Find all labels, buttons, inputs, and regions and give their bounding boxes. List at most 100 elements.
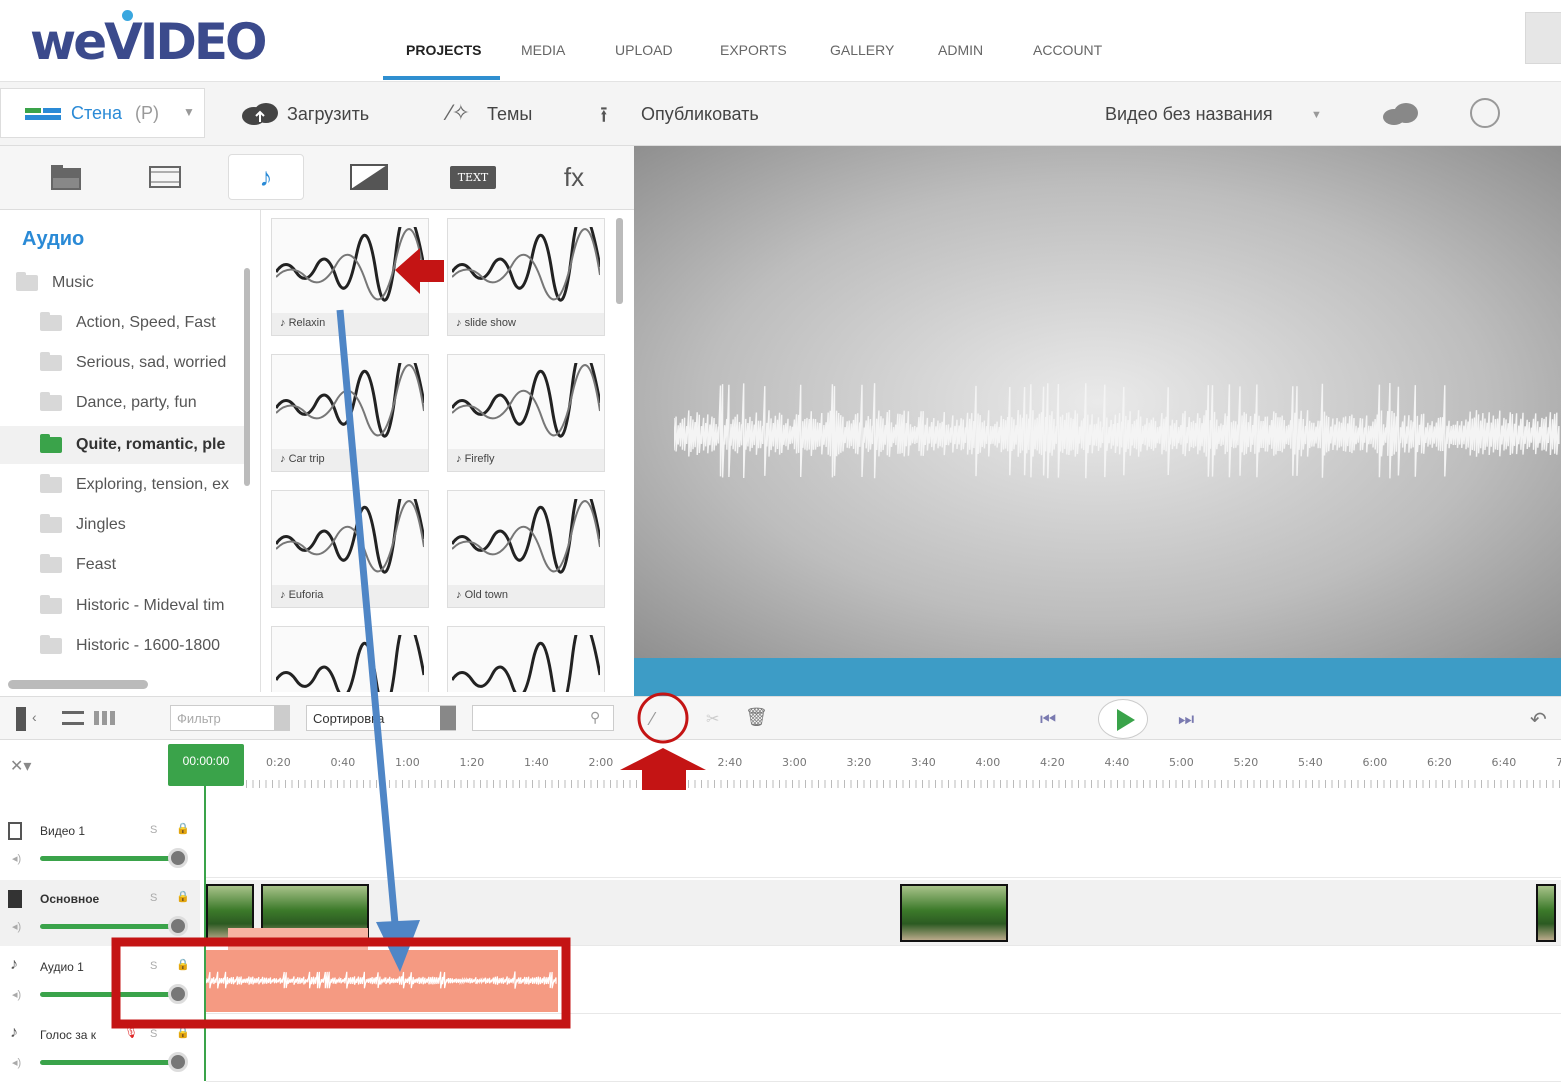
volume-slider[interactable] bbox=[40, 856, 180, 861]
ruler-tick-label: 3:20 bbox=[846, 756, 872, 769]
audio-card[interactable] bbox=[447, 626, 605, 692]
solo-toggle[interactable]: S bbox=[150, 892, 157, 904]
cut-icon[interactable]: ✂ bbox=[706, 709, 719, 729]
folder-item[interactable]: Serious, sad, worried bbox=[0, 344, 250, 382]
waveform-thumbnail bbox=[276, 499, 424, 574]
track-lane-audio1[interactable] bbox=[205, 928, 1561, 1014]
play-button[interactable] bbox=[1098, 699, 1148, 739]
my-media-icon[interactable] bbox=[28, 154, 104, 200]
folder-item[interactable]: Historic - Mideval tim bbox=[0, 587, 250, 625]
volume-slider[interactable] bbox=[40, 992, 180, 997]
track-lane-main[interactable] bbox=[206, 880, 1561, 946]
preview-area bbox=[634, 146, 1561, 658]
folder-item[interactable]: Dance, party, fun bbox=[0, 384, 250, 422]
folder-item[interactable]: Feast bbox=[0, 546, 250, 584]
folder-music[interactable]: Music bbox=[0, 264, 250, 302]
folder-icon bbox=[40, 352, 62, 371]
audio-note-icon[interactable]: ♪ bbox=[228, 154, 304, 200]
trash-icon[interactable]: 🗑 bbox=[745, 707, 768, 728]
tools-icon[interactable]: ✕▾ bbox=[10, 756, 31, 776]
solo-toggle[interactable]: S bbox=[150, 824, 157, 836]
filter-dropdown-icon[interactable] bbox=[274, 706, 290, 730]
folder-item[interactable]: Historic - 1600-1800 bbox=[0, 627, 250, 665]
text-icon[interactable]: TEXT bbox=[435, 154, 511, 200]
chevron-down-icon[interactable]: ▼ bbox=[183, 105, 195, 119]
upload-button[interactable]: Загрузить bbox=[287, 104, 369, 125]
skip-back-icon[interactable]: ⏮ bbox=[1040, 709, 1056, 730]
audio-sidebar: Аудио Music Action, Speed, Fast Serious,… bbox=[0, 210, 258, 692]
track-lane-voiceover[interactable] bbox=[206, 1016, 1561, 1082]
collapse-icon[interactable]: ‹ bbox=[32, 709, 37, 725]
preview-scrub-bar[interactable] bbox=[634, 658, 1561, 696]
lock-icon[interactable]: 🔒 bbox=[176, 958, 190, 971]
avatar[interactable] bbox=[1525, 12, 1561, 64]
search-icon[interactable]: ⚲ bbox=[590, 709, 600, 726]
nav-gallery[interactable]: GALLERY bbox=[830, 42, 894, 58]
nav-admin[interactable]: ADMIN bbox=[938, 42, 983, 58]
mode-selector[interactable]: Стена (P) ▼ bbox=[0, 88, 205, 138]
wevideo-logo[interactable]: weVIDEO bbox=[30, 10, 268, 72]
nav-exports[interactable]: EXPORTS bbox=[720, 42, 787, 58]
list-view-icon[interactable] bbox=[62, 711, 84, 725]
lock-icon[interactable]: 🔒 bbox=[176, 822, 190, 835]
track-header-voiceover: ♪ Голос за к 🎙 S 🔒 ◂) bbox=[0, 1016, 200, 1082]
nav-account[interactable]: ACCOUNT bbox=[1033, 42, 1102, 58]
horizontal-scrollbar[interactable] bbox=[8, 680, 148, 689]
volume-slider[interactable] bbox=[40, 1060, 180, 1065]
ruler-tick-label: 5:00 bbox=[1169, 756, 1194, 769]
folder-item[interactable]: Exploring, tension, ex bbox=[0, 466, 250, 504]
sort-select[interactable]: Сортировка bbox=[306, 705, 456, 731]
audio-card[interactable]: ♪ Old town bbox=[447, 490, 605, 608]
folder-item[interactable]: Action, Speed, Fast bbox=[0, 304, 250, 342]
nav-projects[interactable]: PROJECTS bbox=[406, 42, 481, 58]
audio-clip[interactable] bbox=[205, 950, 558, 1012]
nav-upload[interactable]: UPLOAD bbox=[615, 42, 673, 58]
audio-card[interactable]: ♪ Car trip bbox=[271, 354, 429, 472]
grid-scrollbar[interactable] bbox=[616, 218, 623, 304]
video-clip[interactable] bbox=[1536, 884, 1556, 942]
microphone-icon[interactable]: 🎙 bbox=[124, 1026, 138, 1039]
volume-knob[interactable] bbox=[168, 984, 188, 1004]
grid-view-icon[interactable] bbox=[94, 711, 116, 725]
filter-input[interactable]: Фильтр bbox=[170, 705, 290, 731]
volume-slider[interactable] bbox=[40, 924, 180, 929]
lock-icon[interactable]: 🔒 bbox=[176, 890, 190, 903]
publish-button[interactable]: Опубликовать bbox=[641, 104, 759, 125]
media-tabs: ♪ TEXT fx bbox=[0, 146, 634, 210]
ruler-tick-label: 0:20 bbox=[266, 756, 291, 769]
cloud-icon[interactable] bbox=[1382, 102, 1422, 131]
audio-card[interactable]: ♪ Euforia bbox=[271, 490, 429, 608]
volume-knob[interactable] bbox=[168, 848, 188, 868]
volume-knob[interactable] bbox=[168, 1052, 188, 1072]
audio-card[interactable]: ♪ slide show bbox=[447, 218, 605, 336]
effects-fx-icon[interactable]: fx bbox=[536, 154, 612, 200]
waveform-thumbnail bbox=[452, 635, 600, 692]
solo-toggle[interactable]: S bbox=[150, 960, 157, 972]
transitions-icon[interactable] bbox=[331, 154, 407, 200]
solo-toggle[interactable]: S bbox=[150, 1028, 157, 1040]
folder-item[interactable]: Jingles bbox=[0, 506, 250, 544]
panel-toggle-icon[interactable] bbox=[16, 707, 26, 731]
audio-card[interactable]: ♪ Relaxin bbox=[271, 218, 429, 336]
sort-dropdown-icon[interactable] bbox=[440, 706, 456, 730]
video-clip[interactable] bbox=[900, 884, 1008, 942]
themes-button[interactable]: Темы bbox=[487, 104, 532, 125]
video-clips-icon[interactable] bbox=[127, 154, 203, 200]
audio-card[interactable] bbox=[271, 626, 429, 692]
skip-forward-icon[interactable]: ⏭ bbox=[1178, 709, 1194, 730]
track-lane-video1[interactable] bbox=[206, 812, 1561, 878]
audio-card-title: ♪ Firefly bbox=[448, 449, 604, 471]
sidebar-scrollbar[interactable] bbox=[244, 268, 250, 486]
title-chevron-icon[interactable]: ▼ bbox=[1311, 109, 1322, 121]
ruler-tick-label: 2:40 bbox=[717, 756, 743, 769]
nav-media[interactable]: MEDIA bbox=[521, 42, 565, 58]
split-pencil-icon[interactable]: ⁄ bbox=[651, 709, 654, 730]
volume-knob[interactable] bbox=[168, 916, 188, 936]
video-title[interactable]: Видео без названия bbox=[1105, 104, 1273, 125]
folder-item-active[interactable]: Quite, romantic, ple bbox=[0, 426, 250, 464]
globe-icon[interactable] bbox=[1470, 98, 1500, 128]
audio-card[interactable]: ♪ Firefly bbox=[447, 354, 605, 472]
video-track-icon bbox=[8, 890, 22, 908]
lock-icon[interactable]: 🔒 bbox=[176, 1026, 190, 1039]
undo-icon[interactable]: ↶ bbox=[1530, 707, 1547, 732]
